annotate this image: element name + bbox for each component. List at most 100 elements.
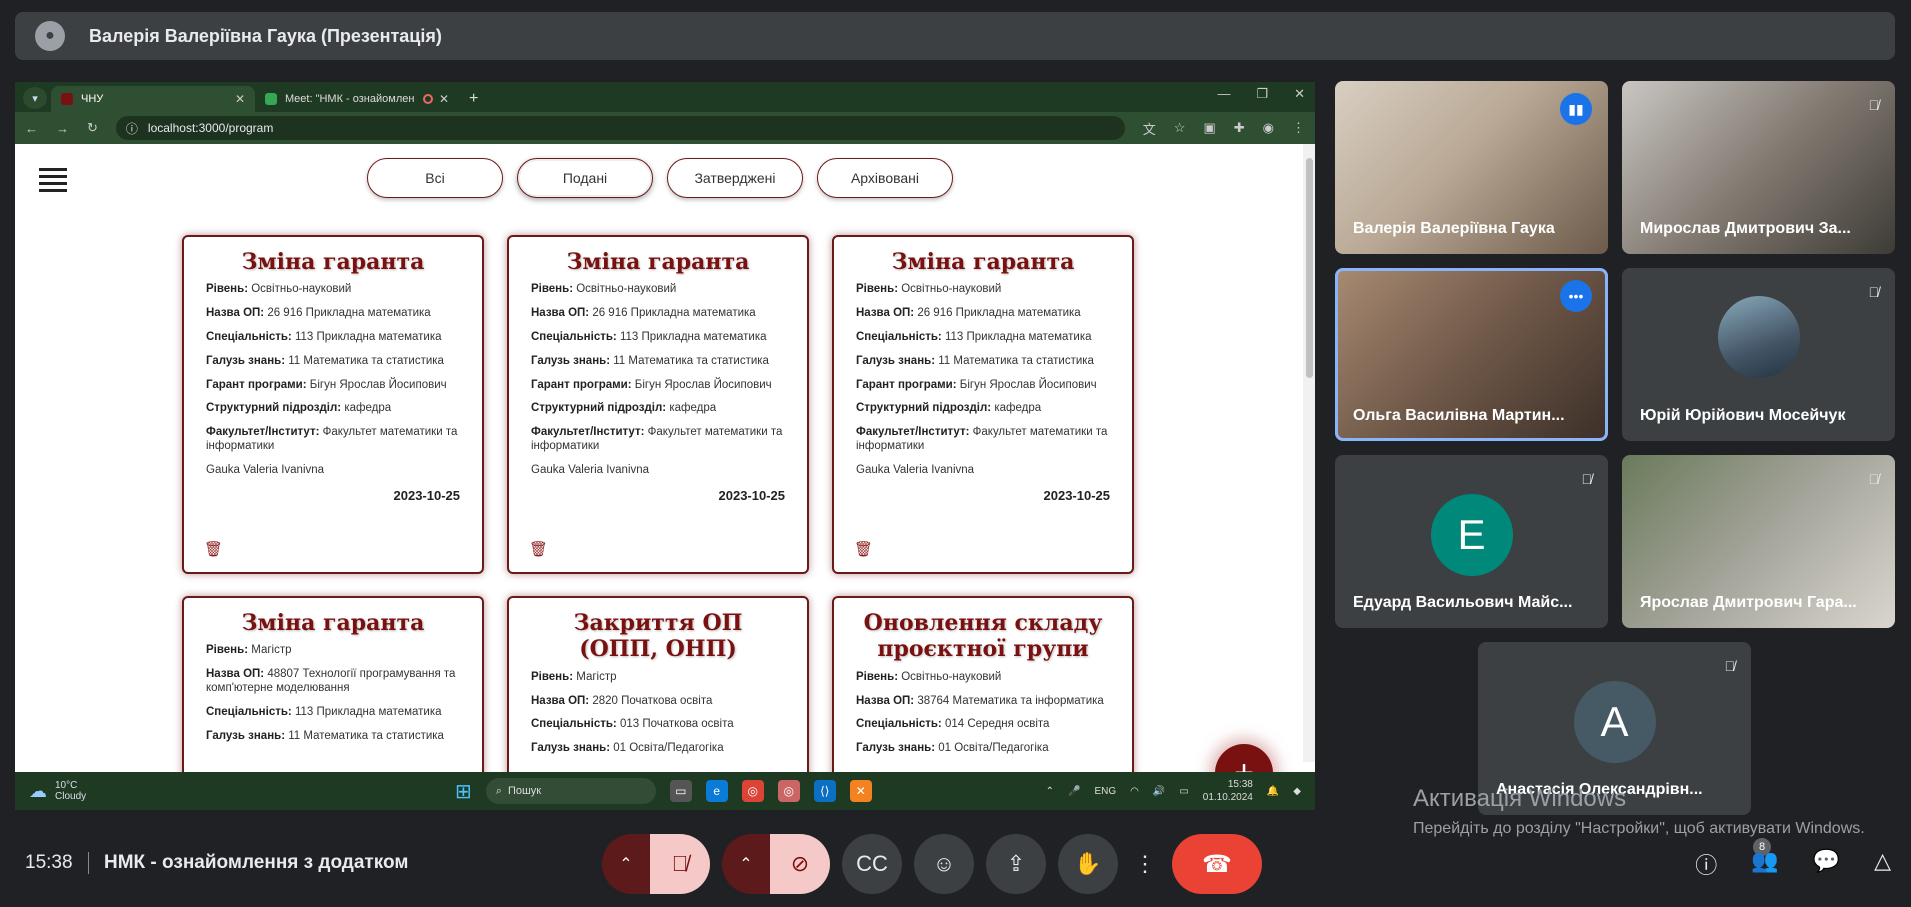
specialty-value: 113 Прикладна математика	[294, 330, 442, 343]
presenter-avatar: ●	[35, 21, 65, 51]
taskbar-search[interactable]: ⌕ Пошук	[485, 778, 656, 804]
tab-search-icon[interactable]: ▾	[23, 87, 47, 109]
microphone-control: ⌃ 🎙̸	[602, 834, 710, 894]
microphone-icon[interactable]: 🎤	[1068, 786, 1080, 797]
field-label: Рівень:	[206, 283, 249, 296]
browser-menu-icon[interactable]: ⋮	[1292, 120, 1305, 136]
emoji-button[interactable]: ☺	[914, 834, 974, 894]
chrome-icon[interactable]: ◎	[741, 780, 764, 802]
filter-archived-button[interactable]: Архівовані	[817, 158, 953, 198]
system-tray: ⌃ 🎤 ENG ◠ 🔊 ▭ 15:38 01.10.2024 🔔 ◆	[1046, 778, 1315, 804]
copilot-icon[interactable]: ◆	[1293, 786, 1301, 797]
notification-bell-icon[interactable]: 🔔	[1267, 786, 1279, 797]
camera-off-button[interactable]: ⊘	[770, 834, 830, 894]
minimize-icon[interactable]: —	[1217, 86, 1230, 102]
op-name-value: 26 916 Прикладна математика	[267, 307, 431, 320]
translate-icon[interactable]: 文	[1143, 119, 1156, 138]
extensions-puzzle-icon[interactable]: ✚	[1234, 120, 1245, 136]
program-card[interactable]: Зміна гаранта Рівень: Освітньо-науковий …	[182, 235, 484, 574]
present-screen-button[interactable]: ⇪	[986, 834, 1046, 894]
participant-tile[interactable]: 🎙̸ Мирослав Дмитрович За...	[1622, 81, 1895, 254]
filter-submitted-button[interactable]: Подані	[517, 158, 653, 198]
participant-avatar: Е	[1430, 493, 1513, 576]
extension-icon[interactable]: ▣	[1203, 120, 1215, 136]
profile-icon[interactable]: ◉	[1263, 120, 1274, 136]
task-view-icon[interactable]: ▭	[669, 780, 692, 802]
new-tab-icon[interactable]: +	[469, 90, 478, 108]
raise-hand-button[interactable]: ✋	[1058, 834, 1118, 894]
participant-tile[interactable]: 🎙̸ Е Едуард Васильович Майс...	[1335, 455, 1608, 628]
filter-approved-button[interactable]: Затверджені	[667, 158, 803, 198]
mic-options-chevron-icon[interactable]: ⌃	[602, 834, 650, 894]
program-card[interactable]: Зміна гаранта Рівень: Освітньо-науковий …	[832, 235, 1134, 574]
close-tab-icon[interactable]: ✕	[439, 92, 449, 106]
level-value: Магістр	[576, 670, 617, 683]
site-info-icon[interactable]: ⓘ	[126, 120, 138, 137]
end-call-button[interactable]: ☎	[1172, 834, 1262, 894]
tab-meet[interactable]: Meet: "НМК - ознайомлен ✕	[255, 86, 459, 112]
maximize-icon[interactable]: ❐	[1256, 86, 1268, 102]
participant-tile[interactable]: 🎙̸ Ярослав Дмитрович Гара...	[1622, 455, 1895, 628]
windows-taskbar: ☁ 10°C Cloudy ⊞ ⌕ Пошук ▭ e ◎ ◎ ⟨⟩ ✕ ⌃ 🎤…	[15, 772, 1315, 810]
windows-start-icon[interactable]: ⊞	[455, 779, 472, 804]
divider	[88, 852, 89, 874]
people-icon[interactable]: 👥	[1751, 848, 1778, 880]
volume-icon[interactable]: 🔊	[1153, 786, 1165, 797]
cloud-icon: ☁	[29, 780, 47, 801]
address-bar[interactable]: ⓘ localhost:3000/program	[115, 116, 1125, 140]
field-label: Галузь знань:	[206, 729, 286, 742]
meeting-info-icon[interactable]: ⓘ	[1695, 848, 1717, 880]
tray-chevron-icon[interactable]: ⌃	[1046, 786, 1054, 797]
unit-value: кафедра	[344, 402, 392, 415]
chat-icon[interactable]: 💬	[1813, 848, 1840, 880]
field-label: Рівень:	[856, 283, 899, 296]
field-label: Назва ОП:	[206, 307, 265, 320]
tab-chnu[interactable]: ЧНУ ✕	[51, 86, 255, 112]
specialty-value: 113 Прикладна математика	[294, 705, 442, 718]
mic-off-icon: 🎙̸	[1868, 284, 1880, 300]
program-card[interactable]: Зміна гаранта Рівень: Освітньо-науковий …	[507, 235, 809, 574]
field-label: Назва ОП:	[531, 307, 590, 320]
hamburger-menu-icon[interactable]	[39, 168, 67, 196]
forward-icon[interactable]: →	[56, 121, 69, 136]
more-options-icon[interactable]: •••	[1560, 280, 1592, 312]
mic-off-button[interactable]: 🎙̸	[650, 834, 710, 894]
participant-name: Ольга Василівна Мартин...	[1353, 407, 1565, 424]
filter-all-button[interactable]: Всі	[367, 158, 503, 198]
weather-widget[interactable]: ☁ 10°C Cloudy	[15, 780, 455, 802]
trash-icon[interactable]: 🗑	[854, 540, 873, 558]
wifi-icon[interactable]: ◠	[1130, 786, 1139, 797]
bookmark-star-icon[interactable]: ☆	[1174, 120, 1186, 136]
taskbar-clock[interactable]: 15:38 01.10.2024	[1203, 778, 1253, 804]
close-window-icon[interactable]: ✕	[1294, 86, 1305, 102]
participant-tile[interactable]: ▮▮ Валерія Валеріївна Гаука	[1335, 81, 1608, 254]
more-options-icon[interactable]: ⋮	[1130, 834, 1160, 894]
page-scrollbar[interactable]	[1303, 144, 1315, 762]
back-icon[interactable]: ←	[25, 121, 38, 136]
op-name-value: 26 916 Прикладна математика	[592, 307, 756, 320]
close-tab-icon[interactable]: ✕	[235, 92, 245, 106]
activities-icon[interactable]: △	[1874, 848, 1891, 880]
participant-avatar: А	[1573, 680, 1656, 763]
vscode-icon[interactable]: ⟨⟩	[813, 780, 836, 802]
captions-button[interactable]: CC	[842, 834, 902, 894]
program-cards: Зміна гаранта Рівень: Освітньо-науковий …	[182, 235, 1162, 810]
field-label: Назва ОП:	[856, 694, 915, 707]
field-label: Спеціальність:	[206, 330, 292, 343]
meet-favicon-icon	[265, 93, 277, 105]
field-label: Гарант програми:	[206, 378, 307, 391]
participant-tile[interactable]: 🎙̸ Юрій Юрійович Мосейчук	[1622, 268, 1895, 441]
chrome-profile-icon[interactable]: ◎	[777, 780, 800, 802]
op-name-value: 26 916 Прикладна математика	[917, 307, 1081, 320]
reload-icon[interactable]: ↻	[87, 120, 98, 136]
level-value: Освітньо-науковий	[901, 283, 1002, 296]
xampp-icon[interactable]: ✕	[849, 780, 872, 802]
camera-options-chevron-icon[interactable]: ⌃	[722, 834, 770, 894]
participant-tile[interactable]: ••• Ольга Василівна Мартин...	[1335, 268, 1608, 441]
chnu-favicon-icon	[61, 93, 73, 105]
edge-icon[interactable]: e	[705, 780, 728, 802]
battery-icon[interactable]: ▭	[1179, 786, 1188, 797]
trash-icon[interactable]: 🗑	[204, 540, 223, 558]
trash-icon[interactable]: 🗑	[529, 540, 548, 558]
language-indicator[interactable]: ENG	[1094, 786, 1116, 797]
